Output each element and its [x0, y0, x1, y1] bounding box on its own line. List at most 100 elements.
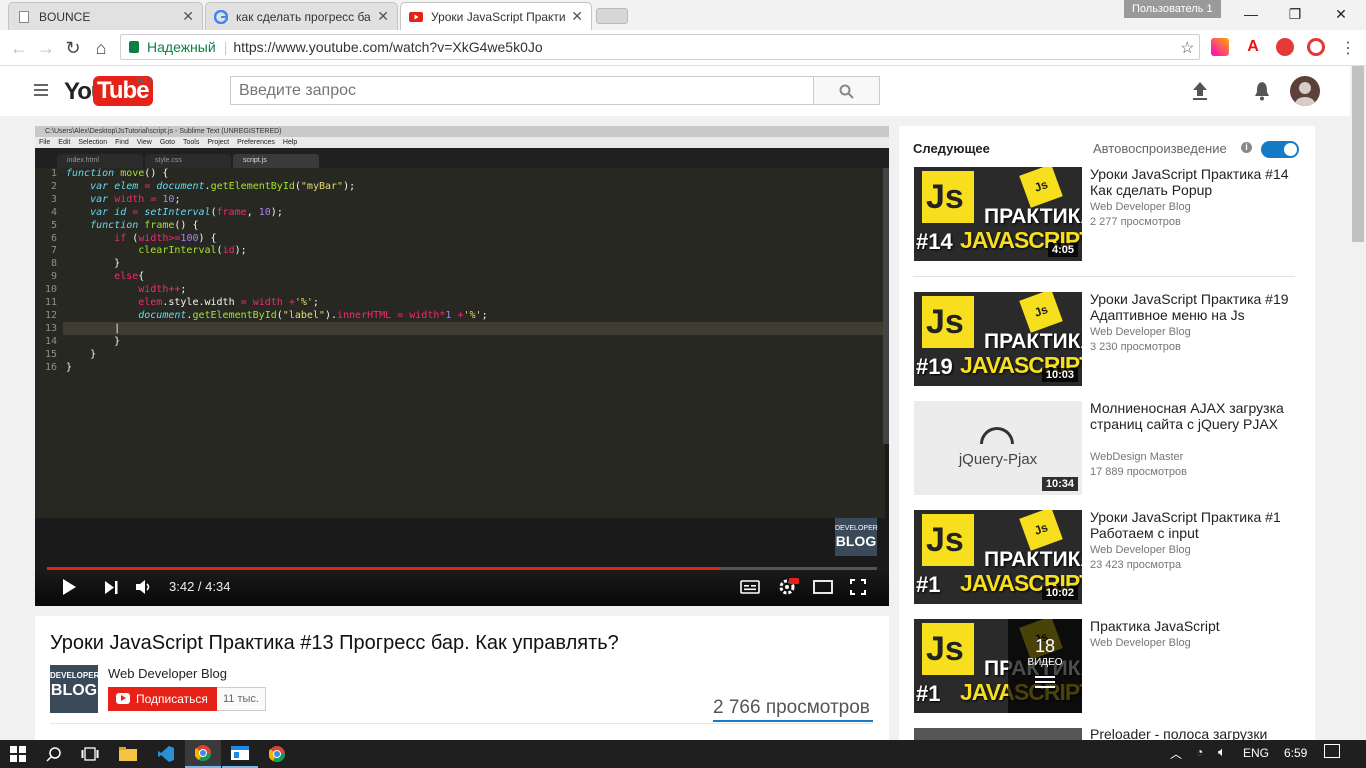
new-tab-button[interactable]	[596, 8, 628, 24]
code-line: }	[66, 348, 97, 360]
bookmark-star-icon[interactable]: ☆	[1180, 38, 1194, 58]
video-title-link[interactable]: Уроки JavaScript Практика #1 Работаем с …	[1090, 509, 1305, 541]
channel-name[interactable]: Web Developer Blog	[108, 666, 227, 681]
code-line: |	[66, 322, 121, 334]
task-view-icon[interactable]	[72, 740, 108, 768]
volume-icon[interactable]	[135, 579, 153, 595]
video-player[interactable]: C:\Users\Alex\Desktop\JsTutorial\script.…	[35, 126, 889, 606]
code-line: var width = 10;	[90, 193, 181, 205]
divider	[913, 276, 1295, 277]
hamburger-menu-icon[interactable]	[34, 84, 48, 96]
editor-title-bar: C:\Users\Alex\Desktop\JsTutorial\script.…	[35, 126, 889, 137]
address-bar[interactable]: Надежный | https://www.youtube.com/watch…	[120, 34, 1200, 60]
clock[interactable]: 6:59	[1284, 746, 1307, 760]
video-thumbnail[interactable]: JsJs ПРАКТИКАJAVASCRIPT #14 4:05	[914, 167, 1082, 261]
chrome-taskbar-icon-2[interactable]	[259, 740, 295, 768]
duration-badge: 10:03	[1041, 368, 1078, 382]
time-display: 3:42 / 4:34	[169, 579, 231, 594]
subscribe-button[interactable]: Подписаться	[108, 687, 217, 711]
search-button[interactable]	[813, 76, 880, 105]
duration-badge: 4:05	[1047, 243, 1078, 257]
video-thumbnail[interactable]: JsJs ПРАКТИКАJAVASCRIPT #1 10:02	[914, 510, 1082, 604]
chrome-taskbar-icon[interactable]	[185, 740, 221, 768]
forward-icon[interactable]: →	[35, 38, 57, 58]
code-line: else{	[114, 271, 145, 283]
video-title-link[interactable]: Preloader - полоса загрузки	[1090, 726, 1305, 740]
video-thumbnail[interactable]: jQuery-Pjax 10:34	[914, 401, 1082, 495]
video-thumbnail[interactable]	[914, 728, 1082, 740]
browser-tab-google[interactable]: как сделать прогресс ба ✕	[205, 2, 398, 30]
extension-target-icon[interactable]	[1307, 38, 1325, 56]
upload-icon[interactable]	[1190, 80, 1210, 102]
browser-tab-bounce[interactable]: BOUNCE ✕	[8, 2, 203, 30]
subtitles-icon[interactable]	[740, 580, 760, 594]
wifi-icon[interactable]: ◔	[1196, 745, 1203, 759]
channel-avatar[interactable]: DEVELOPER BLOG	[50, 665, 99, 713]
tab-title: как сделать прогресс ба	[236, 9, 371, 24]
back-icon[interactable]: ←	[8, 38, 30, 58]
bell-icon[interactable]	[1252, 80, 1272, 102]
info-icon[interactable]: i	[1241, 142, 1252, 153]
fullscreen-icon[interactable]	[850, 579, 866, 595]
video-title-link[interactable]: Молниеносная AJAX загрузка страниц сайта…	[1090, 400, 1305, 432]
search-icon[interactable]	[36, 740, 72, 768]
video-title-link[interactable]: Уроки JavaScript Практика #14 Как сделат…	[1090, 166, 1305, 198]
reload-icon[interactable]: ↻	[62, 38, 84, 58]
code-editor: 1 2 3 4 5 6 7 8 9 10 11 12 13 14 15 16 f…	[35, 168, 885, 518]
settings-hd-icon[interactable]	[778, 577, 800, 595]
code-line: function move() {	[66, 168, 169, 179]
user-avatar[interactable]	[1290, 76, 1320, 106]
browser-tab-youtube[interactable]: Уроки JavaScript Практи ✕	[400, 2, 592, 30]
playlist-title-link[interactable]: Практика JavaScript	[1090, 618, 1305, 634]
profile-badge[interactable]: Пользователь 1	[1124, 0, 1221, 18]
youtube-icon	[409, 10, 423, 24]
search-icon	[839, 84, 854, 99]
language-indicator[interactable]: ENG	[1243, 746, 1269, 760]
play-icon[interactable]	[61, 578, 77, 596]
windows-start-icon[interactable]	[0, 740, 36, 768]
code-line: clearInterval(id);	[138, 245, 247, 257]
tab-title: Уроки JavaScript Практи	[431, 9, 566, 24]
line-number: 4	[50, 206, 57, 218]
editor-menu-bar: File Edit Selection Find View Goto Tools Projec…	[35, 137, 889, 148]
editor-menu-item: Find	[115, 139, 129, 146]
code-line: if (width>=100) {	[114, 232, 217, 244]
close-tab-icon[interactable]: ✕	[182, 8, 194, 25]
page-scrollbar-thumb[interactable]	[1352, 66, 1364, 242]
extension-acrobat-icon[interactable]: A	[1244, 38, 1262, 56]
close-tab-icon[interactable]: ✕	[377, 8, 389, 25]
watermark-logo: DEVELOPER BLOG	[835, 518, 878, 556]
vscode-icon[interactable]	[148, 740, 184, 768]
line-number: 11	[44, 297, 57, 308]
channel-name: Web Developer Blog	[1090, 544, 1191, 556]
speaker-icon[interactable]: 🔈︎	[1218, 744, 1226, 760]
editor-scrollbar	[883, 168, 889, 444]
secure-indicator[interactable]: Надежный	[129, 39, 216, 55]
home-icon[interactable]: ⌂	[90, 38, 112, 58]
view-count: 17 889 просмотров	[1090, 466, 1187, 478]
close-window-icon[interactable]: ✕	[1318, 0, 1364, 28]
chrome-menu-icon[interactable]: ⋮	[1340, 38, 1356, 58]
video-title-link[interactable]: Уроки JavaScript Практика #19 Адаптивное…	[1090, 291, 1305, 323]
playlist-thumbnail[interactable]: JsJs ПРАКТИКАJAVASCRIPT #1 18 ВИДЕО	[914, 619, 1082, 713]
search-input[interactable]	[230, 76, 814, 105]
duration-badge: 10:02	[1041, 586, 1078, 600]
autoplay-toggle[interactable]	[1261, 141, 1299, 158]
code-line: width++;	[138, 284, 187, 296]
close-tab-icon[interactable]: ✕	[571, 8, 583, 25]
editor-menu-item: Edit	[58, 139, 71, 146]
extension-record-icon[interactable]	[1276, 38, 1294, 56]
line-number: 6	[50, 232, 57, 244]
code-line: function frame() {	[90, 219, 199, 231]
next-icon[interactable]	[104, 580, 118, 595]
theater-mode-icon[interactable]	[813, 580, 833, 594]
notifications-icon[interactable]	[1324, 744, 1340, 758]
restore-icon[interactable]: ❐	[1272, 0, 1318, 28]
app-window-icon[interactable]	[222, 740, 258, 768]
file-explorer-icon[interactable]	[110, 740, 146, 768]
video-thumbnail[interactable]: JsJs ПРАКТИКАJAVASCRIPT #19 10:03	[914, 292, 1082, 386]
minimize-icon[interactable]: —	[1228, 0, 1274, 28]
extension-colorpicker-icon[interactable]	[1211, 38, 1229, 56]
subscriber-count: 11 тыс.	[217, 687, 266, 711]
chevron-up-icon[interactable]: ︿	[1170, 745, 1182, 762]
